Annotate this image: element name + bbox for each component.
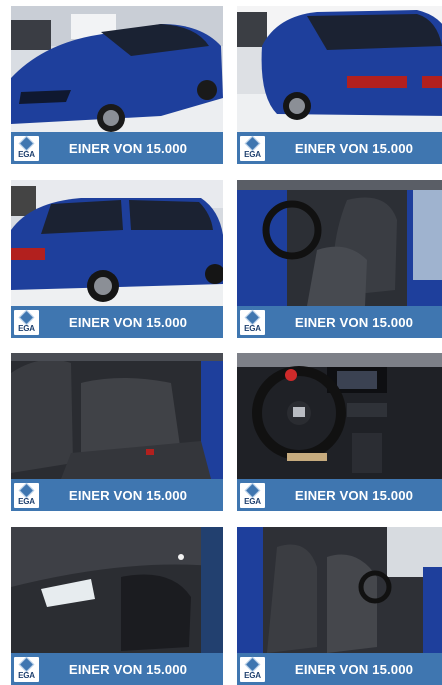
ega-banner: EGA EINER VON 15.000 <box>237 479 442 511</box>
ega-logo-icon <box>244 135 261 151</box>
gallery-tile-6[interactable]: EGA EINER VON 15.000 <box>237 353 442 511</box>
ega-logo: EGA <box>14 309 39 335</box>
car-rear-photo <box>237 6 442 132</box>
ega-banner: EGA EINER VON 15.000 <box>11 479 223 511</box>
ega-banner: EGA EINER VON 15.000 <box>11 306 223 338</box>
gallery-tile-5[interactable]: EGA EINER VON 15.000 <box>11 353 223 511</box>
gallery-tile-7[interactable]: EGA EINER VON 15.000 <box>11 527 223 685</box>
ega-logo-text: EGA <box>244 149 261 159</box>
ega-banner: EGA EINER VON 15.000 <box>237 132 442 164</box>
banner-caption: EINER VON 15.000 <box>68 487 188 503</box>
interior-rear-seats-photo <box>11 353 223 479</box>
banner-caption: EINER VON 15.000 <box>68 140 188 156</box>
ega-logo: EGA <box>240 482 265 508</box>
ega-banner: EGA EINER VON 15.000 <box>237 653 442 685</box>
ega-logo-text: EGA <box>244 323 261 333</box>
gallery-tile-4[interactable]: EGA EINER VON 15.000 <box>237 180 442 338</box>
banner-caption: EINER VON 15.000 <box>294 314 414 330</box>
ega-logo: EGA <box>240 309 265 335</box>
banner-caption: EINER VON 15.000 <box>294 140 414 156</box>
gallery-tile-8[interactable]: EGA EINER VON 15.000 <box>237 527 442 685</box>
ega-banner: EGA EINER VON 15.000 <box>11 132 223 164</box>
ega-logo-text: EGA <box>18 323 35 333</box>
banner-caption: EINER VON 15.000 <box>294 487 414 503</box>
interior-side-photo <box>237 527 442 653</box>
ega-logo-text: EGA <box>18 496 35 506</box>
gallery-tile-3[interactable]: EGA EINER VON 15.000 <box>11 180 223 338</box>
ega-logo-icon <box>18 656 35 672</box>
ega-banner: EGA EINER VON 15.000 <box>237 306 442 338</box>
ega-logo-icon <box>244 309 261 325</box>
cockpit-photo <box>237 353 442 479</box>
ega-logo: EGA <box>14 135 39 161</box>
ega-logo-icon <box>18 135 35 151</box>
ega-logo-icon <box>244 482 261 498</box>
gallery-tile-2[interactable]: EGA EINER VON 15.000 <box>237 6 442 164</box>
ega-logo: EGA <box>240 656 265 682</box>
ega-logo-text: EGA <box>244 496 261 506</box>
gallery-tile-1[interactable]: EGA EINER VON 15.000 <box>11 6 223 164</box>
ega-logo-icon <box>18 482 35 498</box>
interior-front-seats-photo <box>237 180 442 306</box>
ega-logo: EGA <box>14 482 39 508</box>
ega-logo: EGA <box>240 135 265 161</box>
banner-caption: EINER VON 15.000 <box>68 661 188 677</box>
ega-logo: EGA <box>14 656 39 682</box>
banner-caption: EINER VON 15.000 <box>68 314 188 330</box>
car-side-photo <box>11 180 223 306</box>
ega-logo-text: EGA <box>18 149 35 159</box>
ega-banner: EGA EINER VON 15.000 <box>11 653 223 685</box>
banner-caption: EINER VON 15.000 <box>294 661 414 677</box>
car-front-photo <box>11 6 223 132</box>
ega-logo-text: EGA <box>244 670 261 680</box>
photo-gallery: EGA EINER VON 15.000 EGA EINER VON 15.00… <box>0 0 442 685</box>
ega-logo-icon <box>18 309 35 325</box>
sunroof-photo <box>11 527 223 653</box>
ega-logo-icon <box>244 656 261 672</box>
ega-logo-text: EGA <box>18 670 35 680</box>
